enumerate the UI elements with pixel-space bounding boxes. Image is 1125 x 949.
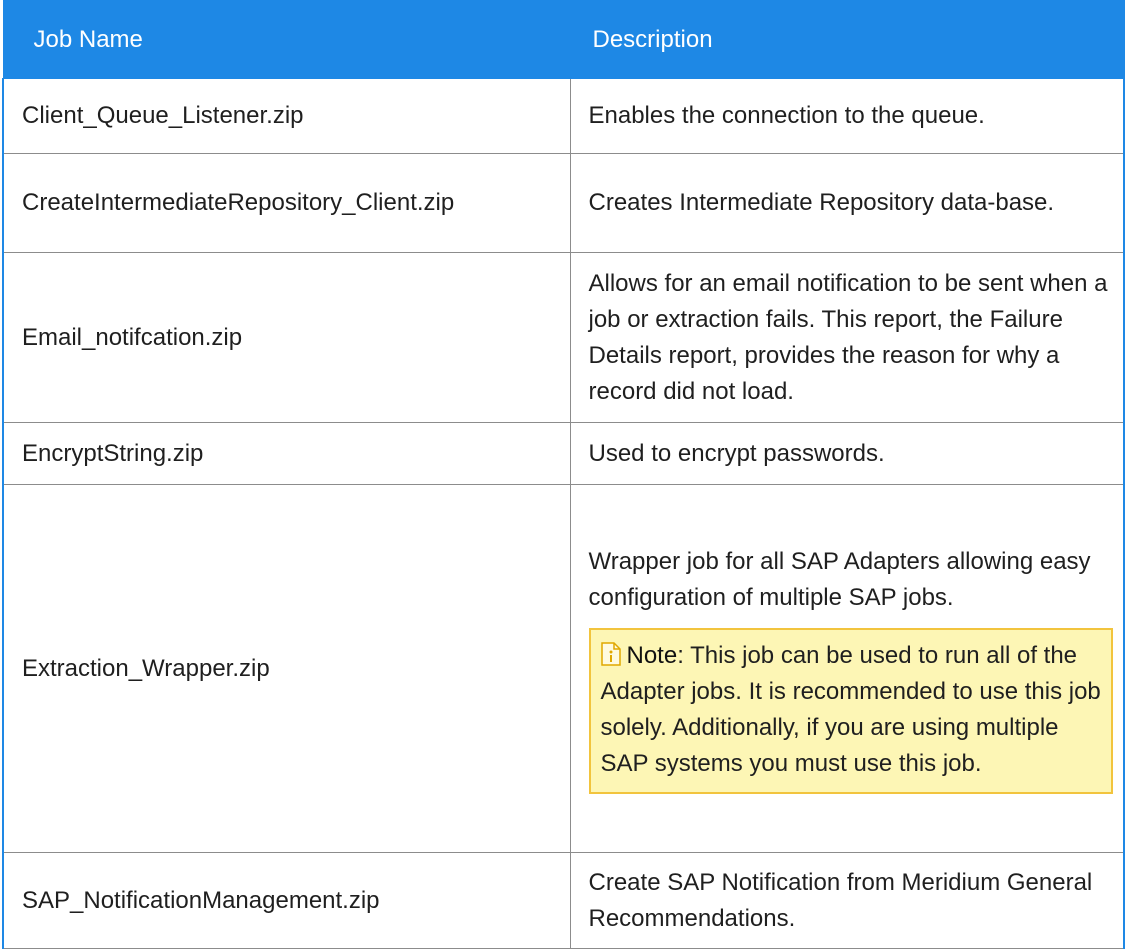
header-job-name: Job Name xyxy=(2,0,571,79)
note-icon xyxy=(600,641,621,666)
description-cell: Creates Intermediate Repository data-bas… xyxy=(569,153,1125,253)
description-text: Wrapper job for all SAP Adapters allowin… xyxy=(588,547,1091,611)
note-separator: : xyxy=(677,641,684,669)
description-cell: Wrapper job for all SAP Adapters allowin… xyxy=(569,484,1125,853)
jobs-table: Job Name Description Client_Queue_Listen… xyxy=(2,0,1125,949)
job-name-cell: Extraction_Wrapper.zip xyxy=(2,484,571,853)
table-row: SAP_NotificationManagement.zip Create SA… xyxy=(2,852,1125,949)
job-name-cell: Client_Queue_Listener.zip xyxy=(2,78,571,154)
job-name-cell: Email_notifcation.zip xyxy=(2,252,571,423)
table-row: Extraction_Wrapper.zip Wrapper job for a… xyxy=(2,484,1125,853)
table-row: Email_notifcation.zip Allows for an emai… xyxy=(2,252,1125,423)
description-cell: Enables the connection to the queue. xyxy=(569,78,1125,154)
table-row: Client_Queue_Listener.zip Enables the co… xyxy=(2,78,1125,154)
table-row: CreateIntermediateRepository_Client.zip … xyxy=(2,153,1125,253)
description-cell: Create SAP Notification from Meridium Ge… xyxy=(569,852,1125,949)
table-header-row: Job Name Description xyxy=(2,0,1125,79)
header-description: Description xyxy=(569,0,1125,79)
note-label: Note xyxy=(626,641,678,669)
description-cell: Allows for an email notification to be s… xyxy=(569,252,1125,423)
job-name-cell: CreateIntermediateRepository_Client.zip xyxy=(2,153,571,253)
note-callout: Note: This job can be used to run all of… xyxy=(588,627,1113,794)
job-name-cell: SAP_NotificationManagement.zip xyxy=(2,852,571,949)
job-name-cell: EncryptString.zip xyxy=(2,422,571,485)
table-row: EncryptString.zip Used to encrypt passwo… xyxy=(2,422,1125,485)
description-cell: Used to encrypt passwords. xyxy=(569,422,1125,485)
